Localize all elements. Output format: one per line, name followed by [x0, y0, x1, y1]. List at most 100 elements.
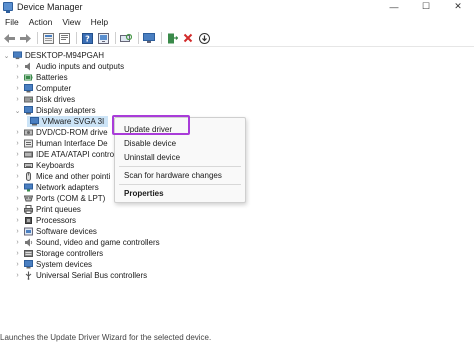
menu-help[interactable]: Help [86, 17, 113, 27]
tree-category-keyboards[interactable]: › Keyboards [14, 160, 74, 171]
toolbar: ? [0, 30, 474, 47]
tree-category-computer[interactable]: › Computer [14, 83, 71, 94]
sound-controller-icon [24, 238, 33, 247]
usb-icon [24, 271, 33, 280]
menu-view[interactable]: View [57, 17, 85, 27]
tree-category-label: Storage controllers [36, 249, 104, 258]
menu-item-disable-device[interactable]: Disable device [124, 139, 176, 148]
chevron-right-icon[interactable]: › [14, 149, 21, 160]
chevron-right-icon[interactable]: › [14, 138, 21, 149]
tree-device-vmware-svga[interactable]: VMware SVGA 3I [27, 116, 109, 127]
chevron-right-icon[interactable]: › [14, 182, 21, 193]
forward-icon[interactable] [18, 31, 32, 45]
device-manager-icon [3, 2, 13, 13]
chevron-right-icon[interactable]: › [14, 193, 21, 204]
chevron-right-icon[interactable]: › [14, 270, 21, 281]
chevron-right-icon[interactable]: › [14, 237, 21, 248]
chevron-right-icon[interactable]: › [14, 61, 21, 72]
tree-category-label: Computer [36, 84, 72, 93]
tree-category-ports[interactable]: › Ports (COM & LPT) [14, 193, 105, 204]
tree-category-print-queues[interactable]: › Print queues [14, 204, 81, 215]
tree-category-label: Disk drives [36, 95, 76, 104]
update-driver-icon[interactable] [165, 31, 179, 45]
tree-category-label: Print queues [36, 205, 81, 214]
chevron-right-icon[interactable]: › [14, 72, 21, 83]
tree-category-software-devices[interactable]: › Software devices [14, 226, 97, 237]
display-adapter-icon [24, 106, 33, 115]
chevron-right-icon[interactable]: › [14, 83, 21, 94]
close-button[interactable]: ✕ [442, 0, 474, 13]
storage-controller-icon [24, 249, 33, 258]
tree-category-network[interactable]: › Network adapters [14, 182, 98, 193]
tree-category-processors[interactable]: › Processors [14, 215, 76, 226]
download-icon[interactable] [197, 31, 211, 45]
tree-category-label: Software devices [36, 227, 97, 236]
chevron-right-icon[interactable]: › [14, 127, 21, 138]
status-bar: Launches the Update Driver Wizard for th… [0, 333, 474, 342]
tree-category-dvd[interactable]: › DVD/CD-ROM drive [14, 127, 108, 138]
update-driver-highlight [112, 115, 190, 135]
chevron-down-icon[interactable]: ⌄ [3, 50, 10, 61]
show-hidden-icon[interactable] [41, 31, 55, 45]
port-icon [24, 194, 33, 203]
chevron-right-icon[interactable]: › [14, 259, 21, 270]
tree-root-label: DESKTOP-M94PGAH [25, 51, 104, 60]
menu-item-scan-hardware[interactable]: Scan for hardware changes [124, 171, 222, 180]
system-device-icon [24, 260, 33, 269]
mouse-icon [24, 172, 33, 181]
menu-item-uninstall-device[interactable]: Uninstall device [124, 153, 180, 162]
title-bar: Device Manager — ☐ ✕ [0, 0, 474, 13]
tree-device-label: VMware SVGA 3I [42, 117, 105, 126]
tree-category-disk-drives[interactable]: › Disk drives [14, 94, 75, 105]
tree-category-usb[interactable]: › Universal Serial Bus controllers [14, 270, 147, 281]
tree-root[interactable]: ⌄ DESKTOP-M94PGAH [3, 50, 104, 61]
chevron-right-icon[interactable]: › [14, 226, 21, 237]
maximize-button[interactable]: ☐ [410, 0, 442, 13]
tree-category-mice[interactable]: › Mice and other pointi [14, 171, 110, 182]
window-controls: — ☐ ✕ [378, 0, 474, 13]
computer-icon [24, 84, 33, 93]
computer-icon [13, 51, 22, 60]
tree-category-label: Ports (COM & LPT) [36, 194, 106, 203]
chevron-down-icon[interactable]: ⌄ [14, 105, 21, 116]
help-icon[interactable]: ? [80, 31, 94, 45]
properties-icon[interactable] [57, 31, 71, 45]
chevron-right-icon[interactable]: › [14, 248, 21, 259]
toolbar-separator [76, 32, 77, 44]
tree-category-batteries[interactable]: › Batteries [14, 72, 67, 83]
hid-icon [24, 139, 33, 148]
software-device-icon [24, 227, 33, 236]
menu-file[interactable]: File [0, 17, 24, 27]
status-text: Launches the Update Driver Wizard for th… [0, 333, 212, 342]
tree-category-system-devices[interactable]: › System devices [14, 259, 92, 270]
tree-category-display-adapters[interactable]: ⌄ Display adapters [14, 105, 96, 116]
toolbar-separator [37, 32, 38, 44]
device-icon[interactable] [96, 31, 110, 45]
menu-separator [119, 166, 241, 167]
uninstall-icon[interactable] [181, 31, 195, 45]
tree-category-label: Keyboards [36, 161, 75, 170]
chevron-right-icon[interactable]: › [14, 94, 21, 105]
scan-icon[interactable] [119, 31, 133, 45]
tree-category-label: Display adapters [36, 106, 96, 115]
battery-icon [24, 73, 33, 82]
tree-category-sound[interactable]: › Sound, video and game controllers [14, 237, 159, 248]
tree-category-label: DVD/CD-ROM drive [36, 128, 108, 137]
toolbar-separator [115, 32, 116, 44]
chevron-right-icon[interactable]: › [14, 160, 21, 171]
tree-category-audio[interactable]: › Audio inputs and outputs [14, 61, 124, 72]
tree-category-label: System devices [36, 260, 93, 269]
chevron-right-icon[interactable]: › [14, 204, 21, 215]
monitor-icon[interactable] [142, 31, 156, 45]
tree-category-storage[interactable]: › Storage controllers [14, 248, 103, 259]
minimize-button[interactable]: — [378, 0, 410, 13]
tree-category-hid[interactable]: › Human Interface De [14, 138, 107, 149]
tree-category-ide[interactable]: › IDE ATA/ATAPI contro [14, 149, 114, 160]
chevron-right-icon[interactable]: › [14, 215, 21, 226]
disk-drive-icon [24, 95, 33, 104]
menu-action[interactable]: Action [24, 17, 58, 27]
dvd-drive-icon [24, 128, 33, 137]
back-icon[interactable] [2, 31, 16, 45]
menu-item-properties[interactable]: Properties [124, 189, 164, 198]
chevron-right-icon[interactable]: › [14, 171, 21, 182]
